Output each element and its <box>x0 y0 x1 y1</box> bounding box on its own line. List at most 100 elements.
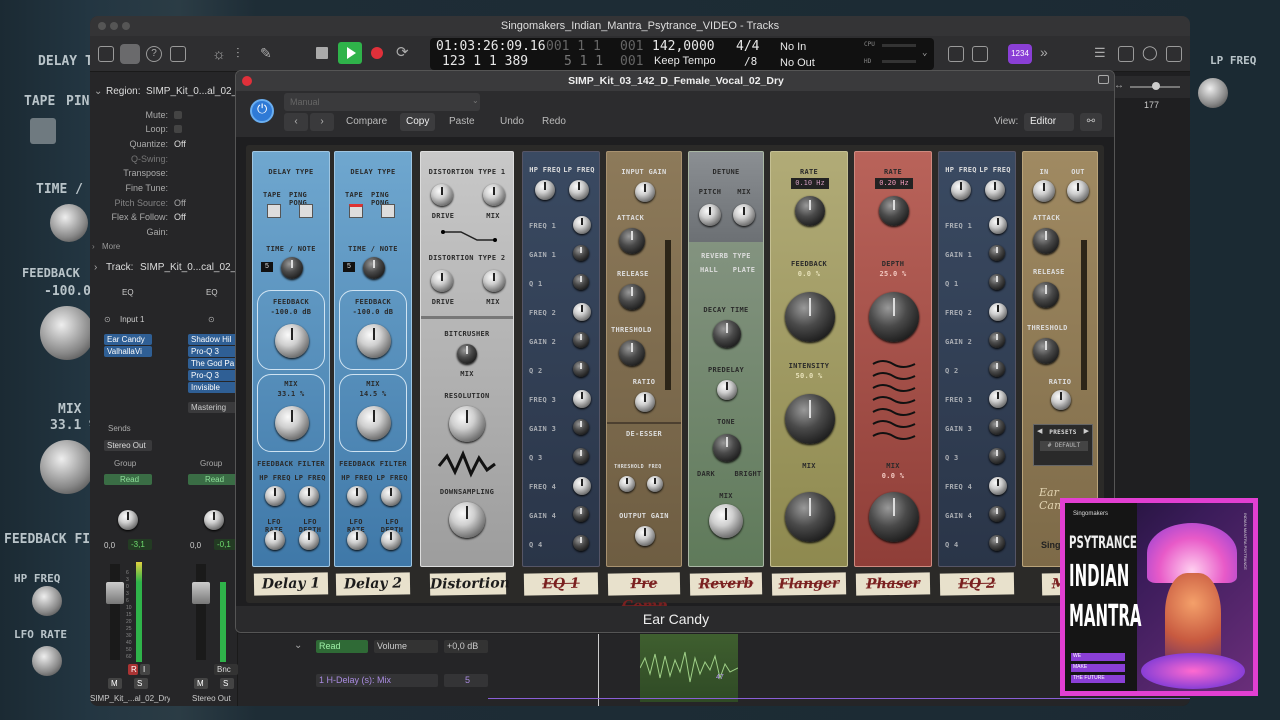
flanger-rate-knob[interactable] <box>795 196 825 226</box>
drive2-knob[interactable] <box>431 270 453 292</box>
eq-band-knob[interactable] <box>573 245 589 261</box>
eq-band-knob[interactable] <box>989 361 1005 377</box>
loop-browser-icon[interactable]: ◯ <box>1142 44 1158 61</box>
feedback-knob[interactable] <box>357 324 391 358</box>
eq-band-knob[interactable] <box>989 419 1005 435</box>
predelay-knob[interactable] <box>717 380 737 400</box>
link-icon[interactable]: ⚯ <box>1080 113 1102 131</box>
strip1-output[interactable]: Stereo Out <box>104 440 152 451</box>
strip1-solo-button[interactable]: S <box>134 678 148 689</box>
decay-knob[interactable] <box>713 320 741 348</box>
note-display[interactable]: 5 <box>343 262 355 272</box>
lfo-rate-knob[interactable] <box>265 530 285 550</box>
tape-switch[interactable] <box>267 204 281 218</box>
strip2-plugin-slot[interactable]: The God Pa <box>188 358 238 369</box>
plugin-resize-icon[interactable] <box>1098 75 1109 84</box>
eq-band-knob[interactable] <box>573 332 589 348</box>
automation-value[interactable]: +0,0 dB <box>444 640 488 653</box>
eq-band-knob[interactable] <box>989 390 1007 408</box>
previous-preset-button[interactable]: ‹ <box>284 113 308 131</box>
eq-band-knob[interactable] <box>989 245 1005 261</box>
strip2-fader[interactable] <box>192 582 210 604</box>
strip2-plugin-slot[interactable]: Shadow Hil <box>188 334 238 345</box>
tab-eq-2[interactable]: EQ 2 <box>939 572 1015 596</box>
lfo-depth-knob[interactable] <box>381 530 401 550</box>
strip2-plugin-slot[interactable]: Invisible <box>188 382 238 393</box>
master-out-knob[interactable] <box>1067 180 1089 202</box>
strip2-eq[interactable]: EQ <box>206 288 218 297</box>
lp-freq-knob[interactable] <box>985 180 1005 200</box>
eq-band-knob[interactable] <box>573 361 589 377</box>
pitch-knob[interactable] <box>699 204 721 226</box>
stop-button[interactable] <box>316 47 328 59</box>
notes-icon[interactable] <box>1118 46 1134 62</box>
eq-band-knob[interactable] <box>989 216 1007 234</box>
chevron-down-icon[interactable]: ⌄ <box>294 640 302 651</box>
master-in-knob[interactable] <box>1033 180 1055 202</box>
plugin-close-button[interactable] <box>242 76 252 86</box>
reverb-mix-knob[interactable] <box>709 504 743 538</box>
automation-line[interactable] <box>488 698 1190 699</box>
flanger-mix-knob[interactable] <box>785 492 835 542</box>
playhead[interactable] <box>598 634 599 706</box>
tab-delay-2[interactable]: Delay 2 <box>335 572 411 596</box>
lp-freq-knob[interactable] <box>569 180 589 200</box>
browser-icon[interactable] <box>1166 46 1182 62</box>
close-window-button[interactable] <box>98 22 106 30</box>
list-icon[interactable]: ☰ <box>1094 45 1106 61</box>
automation-parameter[interactable]: Volume <box>374 640 438 653</box>
time-knob[interactable] <box>281 257 303 279</box>
tab-eq-1[interactable]: EQ 1 <box>523 572 599 596</box>
zoom-icon[interactable]: ↔ <box>1114 80 1124 91</box>
strip1-plugin-slot[interactable]: Ear Candy <box>104 334 152 345</box>
next-preset-icon[interactable]: ▶ <box>1084 427 1089 435</box>
ping-pong-switch[interactable] <box>299 204 313 218</box>
strip1-mute-button[interactable]: M <box>108 678 122 689</box>
note-display[interactable]: 5 <box>261 262 273 272</box>
threshold-knob[interactable] <box>619 340 645 366</box>
deesser-freq-knob[interactable] <box>647 476 663 492</box>
strip1-automation[interactable]: Read <box>104 474 152 485</box>
mix-knob[interactable] <box>357 406 391 440</box>
drive1-knob[interactable] <box>431 184 453 206</box>
cycle-icon[interactable]: ⟳ <box>396 43 409 61</box>
strip2-automation[interactable]: Read <box>188 474 238 485</box>
tab-distortion[interactable]: Distortion <box>429 572 510 596</box>
mix-knob[interactable] <box>275 406 309 440</box>
detune-mix-knob[interactable] <box>733 204 755 226</box>
eq-band-knob[interactable] <box>573 216 591 234</box>
mix2-knob[interactable] <box>483 270 505 292</box>
eq-band-knob[interactable] <box>573 303 591 321</box>
tab-delay-1[interactable]: Delay 1 <box>253 572 329 596</box>
count-in-badge[interactable]: 1234 <box>1008 44 1032 64</box>
intensity-knob[interactable] <box>785 394 835 444</box>
tab-reverb[interactable]: Reverb <box>689 572 763 596</box>
link-icon[interactable]: ⊙ <box>208 315 215 324</box>
strip2-pan-knob[interactable] <box>204 510 224 530</box>
lp-freq-knob[interactable] <box>381 486 401 506</box>
toolbar-icon[interactable] <box>170 46 186 62</box>
lcd-display[interactable]: 01:03:26:09.16 001 1 1 001 123 1 1 389 5… <box>430 38 934 70</box>
lane-value[interactable]: 5 <box>444 674 488 687</box>
eq-band-knob[interactable] <box>573 448 589 464</box>
strip2-bounce-button[interactable]: Bnc <box>214 664 238 675</box>
copy-button[interactable]: Copy <box>400 113 436 131</box>
master-release-knob[interactable] <box>1033 282 1059 308</box>
strip2-plugin-slot[interactable]: Pro-Q 3 <box>188 370 238 381</box>
automation-mode[interactable]: Read <box>316 640 368 653</box>
paste-button[interactable]: Paste <box>443 113 481 131</box>
mute-checkbox[interactable] <box>174 111 182 119</box>
strip1-fader[interactable] <box>106 582 124 604</box>
lane-parameter[interactable]: 1 H-Delay (s): Mix <box>316 674 438 687</box>
eq-band-knob[interactable] <box>989 535 1005 551</box>
strip1-input-monitor[interactable]: I <box>140 664 150 675</box>
strip2-mastering[interactable]: Mastering <box>188 402 238 413</box>
tone-knob[interactable] <box>713 434 741 462</box>
strip2-solo-button[interactable]: S <box>220 678 234 689</box>
lfo-rate-knob[interactable] <box>347 530 367 550</box>
eq-band-knob[interactable] <box>573 506 589 522</box>
bitcrusher-mix-knob[interactable] <box>457 344 477 364</box>
undo-button[interactable]: Undo <box>494 113 530 131</box>
minimize-window-button[interactable] <box>110 22 118 30</box>
lfo-depth-knob[interactable] <box>299 530 319 550</box>
